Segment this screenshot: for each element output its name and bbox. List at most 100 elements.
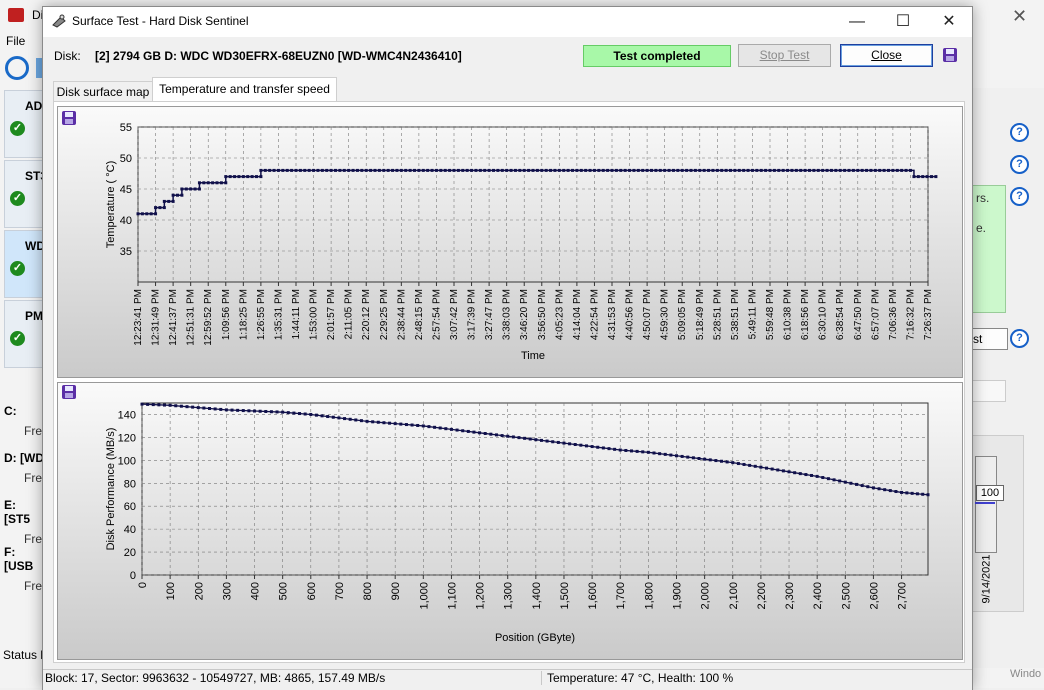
background-close-icon[interactable]: ✕ (1012, 6, 1027, 27)
x-tick-label: 7:16:32 PM (905, 289, 916, 340)
performance-point (926, 493, 930, 497)
temperature-point (202, 181, 206, 185)
temperature-point (263, 168, 267, 172)
performance-point (500, 434, 504, 438)
performance-point (804, 473, 808, 477)
minimize-icon[interactable]: — (834, 7, 880, 37)
temperature-point (483, 168, 487, 172)
y-tick-label: 40 (120, 215, 132, 227)
close-icon[interactable]: ✕ (926, 7, 972, 37)
x-tick-label: 200 (193, 582, 205, 600)
temperature-point (934, 175, 938, 179)
performance-point (388, 421, 392, 425)
x-tick-label: 1:53:00 PM (309, 289, 320, 340)
help-icon[interactable]: ? (1010, 329, 1029, 348)
temperature-point (698, 168, 702, 172)
help-icon[interactable]: ? (1010, 187, 1029, 206)
performance-point (731, 461, 735, 465)
temperature-point (610, 168, 614, 172)
performance-point (826, 477, 830, 481)
help-icon[interactable]: ? (1010, 123, 1029, 142)
performance-point (652, 451, 656, 455)
temperature-point (549, 168, 553, 172)
temperature-point (276, 168, 280, 172)
temperature-point (487, 168, 491, 172)
performance-point (765, 466, 769, 470)
tab-disk-surface-map[interactable]: Disk surface map (53, 81, 153, 102)
x-tick-label: 1:44:11 PM (291, 289, 302, 339)
x-tick-label: 2,200 (756, 582, 768, 610)
temperature-point (154, 206, 158, 210)
x-tick-label: 5:09:05 PM (677, 289, 688, 340)
close-button[interactable]: Close (840, 44, 933, 67)
temperature-point (562, 168, 566, 172)
partition-item[interactable]: C: Fre (4, 404, 44, 438)
x-tick-label: 4:59:30 PM (660, 289, 671, 340)
partition-item[interactable]: D: [WD Fre (4, 451, 44, 485)
temperature-point (298, 168, 302, 172)
x-tick-label: 1,400 (531, 582, 543, 610)
temperature-point (540, 168, 544, 172)
temperature-point (171, 193, 175, 197)
stop-test-button[interactable]: Stop Test (738, 44, 831, 67)
disk-item-3[interactable]: WD ✓ (4, 230, 46, 298)
temperature-chart-area: 35 40 45 50 55 12:23:41 PM 12:31:49 PM 12:41:37… (57, 106, 963, 378)
temperature-point (816, 168, 820, 172)
performance-point (810, 473, 814, 477)
temperature-point (671, 168, 675, 172)
performance-point (720, 459, 724, 463)
temperature-point (233, 175, 237, 179)
disk-item-2[interactable]: ST3 ✓ (4, 160, 47, 228)
disk-item-1[interactable]: AD ✓ (4, 90, 46, 158)
tab-temperature-transfer-speed[interactable]: Temperature and transfer speed (152, 77, 337, 102)
temperature-point (571, 168, 574, 172)
temperature-point (812, 168, 816, 172)
save-icon[interactable] (62, 111, 76, 125)
temperature-point (702, 168, 706, 172)
performance-point (798, 472, 802, 476)
temperature-point (720, 168, 724, 172)
x-tick-label: 2:01:57 PM (326, 289, 337, 340)
background-button[interactable]: st (972, 328, 1008, 350)
performance-point (286, 411, 290, 415)
x-tick-label: 600 (306, 582, 318, 600)
temperature-point (588, 168, 592, 172)
partition-item[interactable]: F: [USB Fre (4, 545, 44, 593)
performance-point (236, 408, 240, 412)
performance-point (146, 402, 150, 406)
temperature-point (255, 175, 258, 179)
temperature-point (759, 168, 763, 172)
x-tick-label: 6:47:50 PM (853, 289, 864, 340)
temperature-point (781, 168, 785, 172)
refresh-icon[interactable] (5, 56, 29, 80)
save-icon[interactable] (943, 48, 957, 62)
temperature-point (518, 168, 522, 172)
temperature-point (470, 168, 474, 172)
partition-item[interactable]: E: [ST5 Fre (4, 498, 44, 546)
x-tick-label: 2:38:44 PM (396, 289, 407, 340)
performance-point (314, 413, 318, 417)
help-icon[interactable]: ? (1010, 155, 1029, 174)
temperature-point (237, 175, 241, 179)
temperature-point (377, 168, 381, 172)
temperature-point (211, 181, 215, 185)
save-icon[interactable] (62, 385, 76, 399)
temperature-point (592, 168, 596, 172)
chart-value-box: 100 (976, 485, 1004, 501)
performance-point (213, 407, 217, 411)
performance-point (416, 423, 420, 427)
y-tick-label: 60 (124, 501, 136, 513)
temperature-point (246, 175, 250, 179)
disk-item-4[interactable]: PM ✓ (4, 300, 46, 368)
x-tick-label: 4:50:07 PM (642, 289, 653, 340)
temperature-point (746, 168, 750, 172)
close-button-label: Close (871, 48, 902, 62)
temperature-point (373, 168, 377, 172)
x-tick-label: 2,400 (812, 582, 824, 610)
dialog-title-bar[interactable]: Surface Test - Hard Disk Sentinel — ☐ ✕ (43, 7, 972, 37)
performance-point (573, 443, 577, 447)
menu-file[interactable]: File (6, 34, 25, 48)
performance-point (877, 487, 881, 491)
watermark: Windo (1010, 668, 1042, 680)
maximize-icon[interactable]: ☐ (880, 7, 926, 37)
